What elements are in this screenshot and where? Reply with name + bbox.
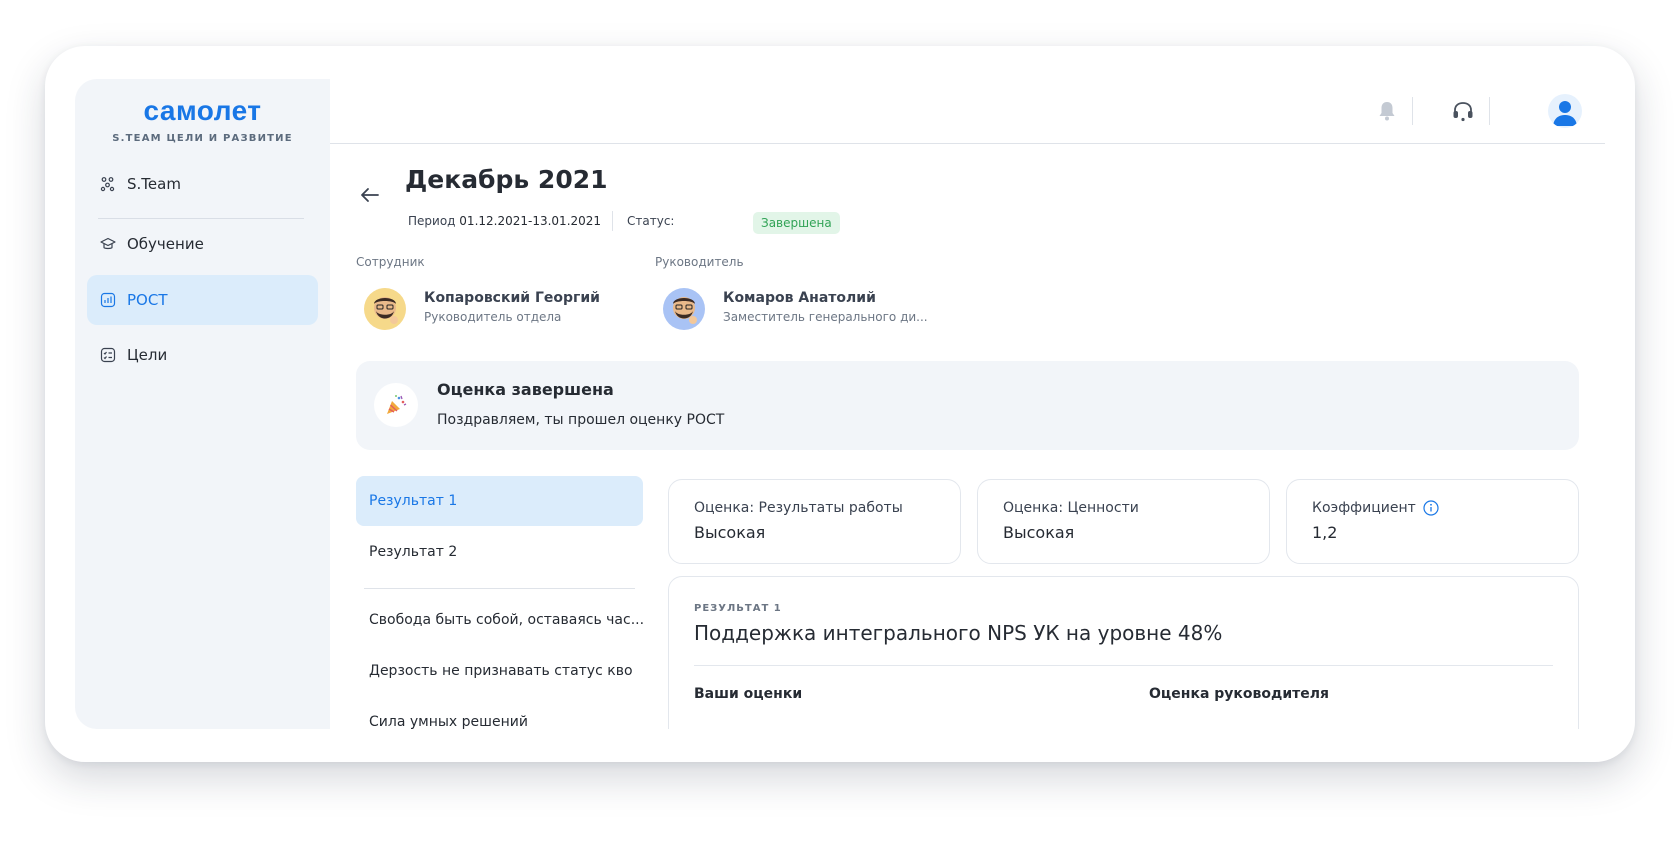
results-list-divider xyxy=(364,588,635,589)
card-label: Оценка: Результаты работы xyxy=(694,500,903,516)
employee-caption: Сотрудник xyxy=(356,255,425,269)
manager-role: Заместитель генерального ди... xyxy=(723,310,928,324)
detail-title: Поддержка интегрального NPS УК на уровне… xyxy=(694,621,1223,645)
party-popper-icon xyxy=(374,383,418,427)
values-list-item[interactable]: Сила умных решений xyxy=(356,697,643,729)
period-value: 01.12.2021-13.01.2021 xyxy=(459,214,602,228)
result-detail-panel: РЕЗУЛЬТАТ 1 Поддержка интегрального NPS … xyxy=(668,576,1579,729)
status-label: Статус: xyxy=(627,214,675,228)
manager-score-heading: Оценка руководителя xyxy=(1149,686,1329,702)
banner-text: Поздравляем, ты прошел оценку РОСТ xyxy=(437,412,725,428)
score-card-values: Оценка: Ценности Высокая xyxy=(977,479,1270,564)
period: Период 01.12.2021-13.01.2021 xyxy=(408,214,601,228)
card-label: Коэффициент xyxy=(1312,500,1416,516)
results-list-item[interactable]: Результат 1 xyxy=(356,476,643,526)
header-divider xyxy=(330,143,1605,144)
card-label-row: Коэффициент xyxy=(1312,500,1439,516)
card-label: Оценка: Ценности xyxy=(1003,500,1139,516)
page-title: Декабрь 2021 xyxy=(405,165,608,194)
team-icon xyxy=(100,176,116,192)
detail-divider xyxy=(694,665,1553,666)
employee-name: Копаровский Георгий xyxy=(424,290,600,306)
header-separator xyxy=(1412,97,1413,125)
completion-banner: Оценка завершена Поздравляем, ты прошел … xyxy=(356,361,1579,450)
header-separator xyxy=(1489,97,1490,125)
detail-kicker: РЕЗУЛЬТАТ 1 xyxy=(694,603,782,614)
sidebar-item-label: Обучение xyxy=(127,235,204,253)
banner-title: Оценка завершена xyxy=(437,380,614,399)
logo[interactable]: самолет xyxy=(75,95,330,127)
score-card-results: Оценка: Результаты работы Высокая xyxy=(668,479,961,564)
period-label: Период xyxy=(408,214,456,228)
sidebar-item-learning[interactable]: Обучение xyxy=(87,219,318,269)
employee-avatar xyxy=(364,288,406,330)
manager-caption: Руководитель xyxy=(655,255,744,269)
goals-icon xyxy=(100,347,116,363)
headset-icon[interactable] xyxy=(1448,96,1478,126)
card-value: Высокая xyxy=(1003,523,1075,542)
sidebar: самолет S.TEAM ЦЕЛИ И РАЗВИТИЕ S.Team Об… xyxy=(75,79,330,729)
sidebar-item-goals[interactable]: Цели xyxy=(87,330,318,380)
manager-avatar xyxy=(663,288,705,330)
sidebar-item-label: РОСТ xyxy=(127,291,168,309)
card-value: Высокая xyxy=(694,523,766,542)
back-arrow-icon[interactable] xyxy=(358,183,382,207)
user-avatar[interactable] xyxy=(1548,94,1582,128)
graduation-cap-icon xyxy=(100,236,116,252)
status-badge: Завершена xyxy=(753,212,840,234)
your-scores-heading: Ваши оценки xyxy=(694,686,803,702)
sidebar-item-label: Цели xyxy=(127,346,168,364)
sidebar-item-label: S.Team xyxy=(127,175,181,193)
manager-name: Комаров Анатолий xyxy=(723,290,876,306)
sidebar-item-rost[interactable]: РОСТ xyxy=(87,275,318,325)
card-value: 1,2 xyxy=(1312,523,1338,542)
values-list-item[interactable]: Дерзость не признавать статус кво xyxy=(356,646,643,696)
employee-role: Руководитель отдела xyxy=(424,310,562,324)
chart-icon xyxy=(100,292,116,308)
meta-separator xyxy=(612,211,613,231)
results-list-item[interactable]: Результат 2 xyxy=(356,527,643,577)
sidebar-item-steam[interactable]: S.Team xyxy=(87,159,318,209)
app: самолет S.TEAM ЦЕЛИ И РАЗВИТИЕ S.Team Об… xyxy=(75,79,1605,729)
info-icon[interactable] xyxy=(1423,500,1439,516)
window-frame: самолет S.TEAM ЦЕЛИ И РАЗВИТИЕ S.Team Об… xyxy=(45,46,1635,762)
values-list-item[interactable]: Свобода быть собой, оставаясь час... xyxy=(356,595,643,645)
logo-subtitle: S.TEAM ЦЕЛИ И РАЗВИТИЕ xyxy=(112,133,293,144)
bell-icon[interactable] xyxy=(1372,96,1402,126)
score-card-coefficient: Коэффициент 1,2 xyxy=(1286,479,1579,564)
